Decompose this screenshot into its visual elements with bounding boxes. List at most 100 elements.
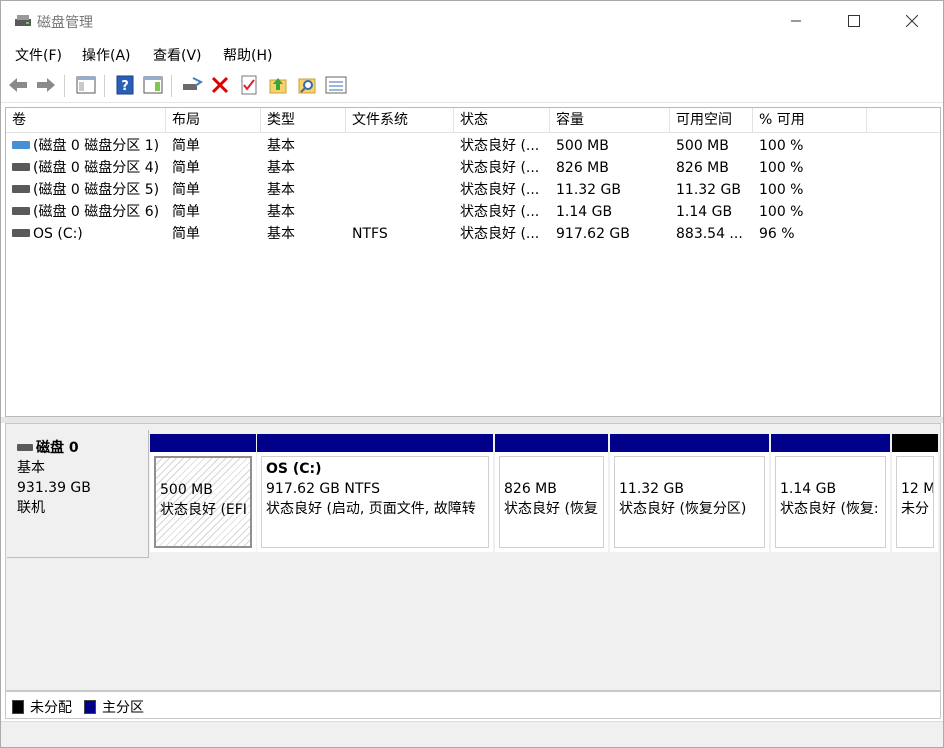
partition-type-bar xyxy=(150,434,256,452)
partition-efi[interactable]: 500 MB 状态良好 (EFI xyxy=(150,434,256,552)
column-header-layout[interactable]: 布局 xyxy=(166,108,261,133)
toolbar-separator xyxy=(171,75,172,97)
volume-filesystem: NTFS xyxy=(352,226,388,242)
volume-list-header: 卷 布局 类型 文件系统 状态 容量 可用空间 % 可用 xyxy=(6,108,940,133)
volume-layout: 简单 xyxy=(172,138,200,154)
properties-button[interactable] xyxy=(238,74,260,96)
disk-type: 基本 xyxy=(17,460,45,476)
partition-status: 状态良好 (EFI xyxy=(160,502,247,518)
back-button[interactable] xyxy=(7,74,29,96)
partition-size: 11.32 GB xyxy=(619,481,684,497)
volume-layout: 简单 xyxy=(172,182,200,198)
partition-type-bar xyxy=(495,434,608,452)
menu-action[interactable]: 操作(A) xyxy=(82,45,131,65)
menu-help[interactable]: 帮助(H) xyxy=(223,45,272,65)
volume-name: OS (C:) xyxy=(33,226,83,242)
partition-size: 826 MB xyxy=(504,481,557,497)
help-button[interactable]: ? xyxy=(114,74,136,96)
show-hide-action-pane-button[interactable] xyxy=(142,74,164,96)
disk-management-app-icon xyxy=(15,15,31,26)
volume-percent-free: 100 % xyxy=(759,182,804,198)
minimize-button[interactable] xyxy=(767,1,825,41)
partition-size: 917.62 GB NTFS xyxy=(266,481,381,497)
search-button[interactable] xyxy=(296,74,318,96)
minimize-icon xyxy=(791,20,801,22)
menu-bar: 文件(F) 操作(A) 查看(V) 帮助(H) xyxy=(1,41,943,68)
console-tree-icon xyxy=(76,76,96,94)
maximize-icon xyxy=(848,15,860,27)
partition-type-bar xyxy=(257,434,493,452)
menu-view[interactable]: 查看(V) xyxy=(153,45,202,65)
volume-percent-free: 96 % xyxy=(759,226,795,242)
volume-percent-free: 100 % xyxy=(759,160,804,176)
volume-drive-icon xyxy=(12,163,30,171)
partition-type-bar xyxy=(771,434,890,452)
column-header-volume[interactable]: 卷 xyxy=(6,108,166,133)
legend: 未分配 主分区 xyxy=(5,691,941,719)
help-icon: ? xyxy=(116,75,134,95)
volume-list[interactable]: 卷 布局 类型 文件系统 状态 容量 可用空间 % 可用 (磁盘 0 磁盘分区 … xyxy=(5,107,941,417)
disk-state: 联机 xyxy=(17,500,45,516)
window-title: 磁盘管理 xyxy=(37,15,93,31)
column-header-status[interactable]: 状态 xyxy=(454,108,550,133)
volume-row[interactable]: (磁盘 0 磁盘分区 1) 简单 基本 状态良好 (... 500 MB 500… xyxy=(6,135,940,157)
legend-swatch-unallocated xyxy=(12,700,24,714)
volume-drive-icon xyxy=(12,229,30,237)
disk-0-info[interactable]: 磁盘 0 基本 931.39 GB 联机 xyxy=(7,430,149,558)
close-button[interactable] xyxy=(883,1,941,41)
partition-size: 1.14 GB xyxy=(780,481,837,497)
legend-label: 未分配 xyxy=(30,700,72,716)
volume-status: 状态良好 (... xyxy=(460,226,540,242)
volume-status: 状态良好 (... xyxy=(460,160,540,176)
partition-status: 状态良好 (恢复: xyxy=(780,501,879,517)
show-hide-console-tree-button[interactable] xyxy=(75,74,97,96)
column-header-type[interactable]: 类型 xyxy=(261,108,346,133)
partition-os-c[interactable]: OS (C:) 917.62 GB NTFS 状态良好 (启动, 页面文件, 故… xyxy=(257,434,493,552)
legend-label: 主分区 xyxy=(102,700,144,716)
volume-row[interactable]: (磁盘 0 磁盘分区 4) 简单 基本 状态良好 (... 826 MB 826… xyxy=(6,157,940,179)
settings-list-button[interactable] xyxy=(325,74,347,96)
volume-capacity: 500 MB xyxy=(556,138,609,154)
column-header-percent-free[interactable]: % 可用 xyxy=(753,108,867,133)
toolbar-separator xyxy=(64,75,65,97)
volume-status: 状态良好 (... xyxy=(460,182,540,198)
disk-graphical-view[interactable]: 磁盘 0 基本 931.39 GB 联机 500 MB 状态良好 (EFI OS… xyxy=(5,423,941,691)
volume-row[interactable]: (磁盘 0 磁盘分区 5) 简单 基本 状态良好 (... 11.32 GB 1… xyxy=(6,179,940,201)
search-folder-icon xyxy=(298,78,316,94)
forward-arrow-icon xyxy=(37,78,55,92)
maximize-button[interactable] xyxy=(825,1,883,41)
volume-capacity: 1.14 GB xyxy=(556,204,613,220)
action-pane-icon xyxy=(143,76,163,94)
volume-drive-icon xyxy=(12,185,30,193)
back-arrow-icon xyxy=(9,78,27,92)
disk-management-window: 磁盘管理 文件(F) 操作(A) 查看(V) 帮助(H) ? 卷 布局 类型 文… xyxy=(0,0,944,748)
volume-type: 基本 xyxy=(267,204,295,220)
volume-layout: 简单 xyxy=(172,160,200,176)
volume-filesystem xyxy=(346,157,454,179)
close-icon xyxy=(906,15,918,27)
partition-recovery-11gb[interactable]: 11.32 GB 状态良好 (恢复分区) xyxy=(610,434,769,552)
partition-type-bar xyxy=(892,434,938,452)
legend-swatch-primary xyxy=(84,700,96,714)
column-header-capacity[interactable]: 容量 xyxy=(550,108,670,133)
column-header-filesystem[interactable]: 文件系统 xyxy=(346,108,454,133)
partition-size: 500 MB xyxy=(160,482,213,498)
column-header-free-space[interactable]: 可用空间 xyxy=(670,108,753,133)
delete-button[interactable] xyxy=(209,74,231,96)
volume-layout: 简单 xyxy=(172,226,200,242)
volume-row[interactable]: (磁盘 0 磁盘分区 6) 简单 基本 状态良好 (... 1.14 GB 1.… xyxy=(6,201,940,223)
volume-type: 基本 xyxy=(267,138,295,154)
connect-virtual-disk-button[interactable] xyxy=(181,74,203,96)
partition-status: 未分 xyxy=(901,501,929,517)
volume-capacity: 826 MB xyxy=(556,160,609,176)
delete-icon xyxy=(211,76,229,94)
volume-row[interactable]: OS (C:) 简单 基本 NTFS 状态良好 (... 917.62 GB 8… xyxy=(6,223,940,245)
partition-recovery-826mb[interactable]: 826 MB 状态良好 (恢复 xyxy=(495,434,608,552)
partition-recovery-1gb[interactable]: 1.14 GB 状态良好 (恢复: xyxy=(771,434,890,552)
volume-capacity: 917.62 GB xyxy=(556,226,630,242)
up-one-level-button[interactable] xyxy=(267,74,289,96)
partition-unallocated[interactable]: 12 M 未分 xyxy=(892,434,938,552)
forward-button[interactable] xyxy=(35,74,57,96)
disk-drive-icon xyxy=(17,443,33,451)
menu-file[interactable]: 文件(F) xyxy=(15,45,62,65)
